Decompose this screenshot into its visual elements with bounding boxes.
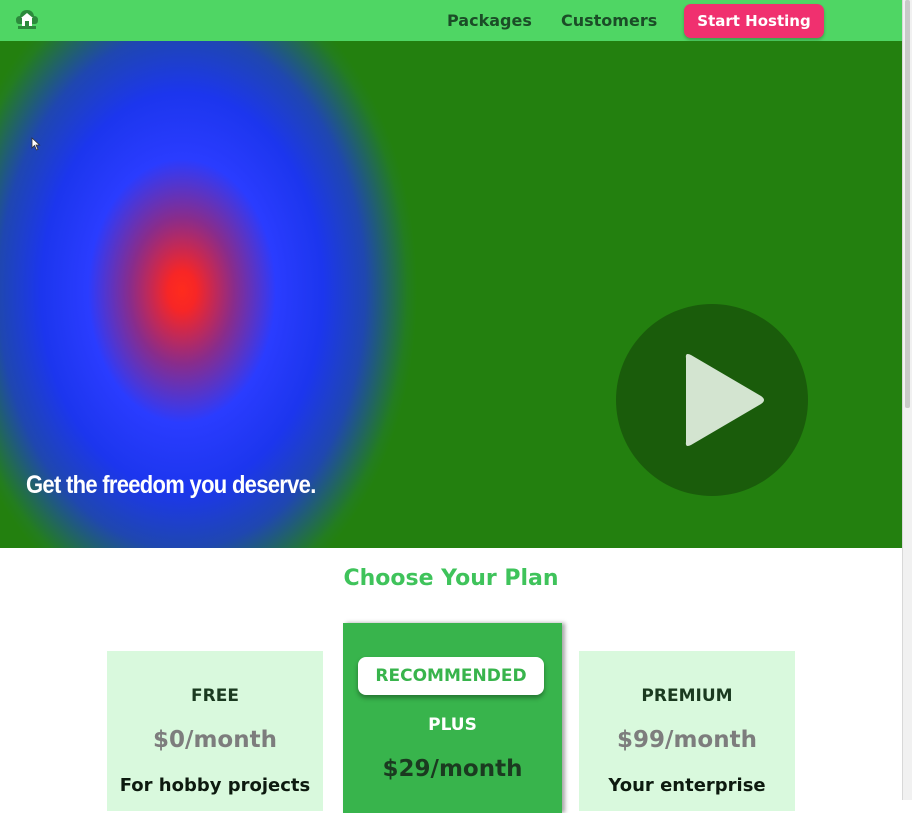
nav-link-packages[interactable]: Packages <box>447 11 532 30</box>
vertical-scrollbar[interactable] <box>902 0 912 800</box>
plan-card-premium[interactable]: PREMIUM $99/month Your enterprise <box>579 651 795 811</box>
plan-name: PREMIUM <box>641 686 733 706</box>
nav-link-customers[interactable]: Customers <box>561 11 657 30</box>
hero-tagline: Get the freedom you deserve. <box>26 471 316 499</box>
play-icon <box>685 354 764 446</box>
plan-card-plus[interactable]: RECOMMENDED PLUS $29/month <box>343 623 562 813</box>
mouse-cursor-icon <box>31 137 41 151</box>
plan-card-free[interactable]: FREE $0/month For hobby projects <box>107 651 323 811</box>
house-cloud-logo-icon[interactable] <box>14 6 40 32</box>
plan-description: For hobby projects <box>119 775 311 796</box>
start-hosting-button[interactable]: Start Hosting <box>684 4 824 38</box>
scrollbar-thumb[interactable] <box>905 0 910 408</box>
plan-price: $29/month <box>382 756 523 782</box>
recommended-badge: RECOMMENDED <box>358 657 544 695</box>
plan-name: FREE <box>191 686 239 706</box>
plan-price: $99/month <box>617 727 757 753</box>
plan-description: Your enterprise <box>608 775 766 796</box>
plans-heading: Choose Your Plan <box>343 566 559 591</box>
hero-video-section: Get the freedom you deserve. <box>0 41 902 548</box>
top-navbar: Packages Customers Start Hosting <box>0 0 902 41</box>
plan-name: PLUS <box>428 715 477 735</box>
play-button[interactable] <box>616 304 808 496</box>
plan-price: $0/month <box>153 727 277 753</box>
